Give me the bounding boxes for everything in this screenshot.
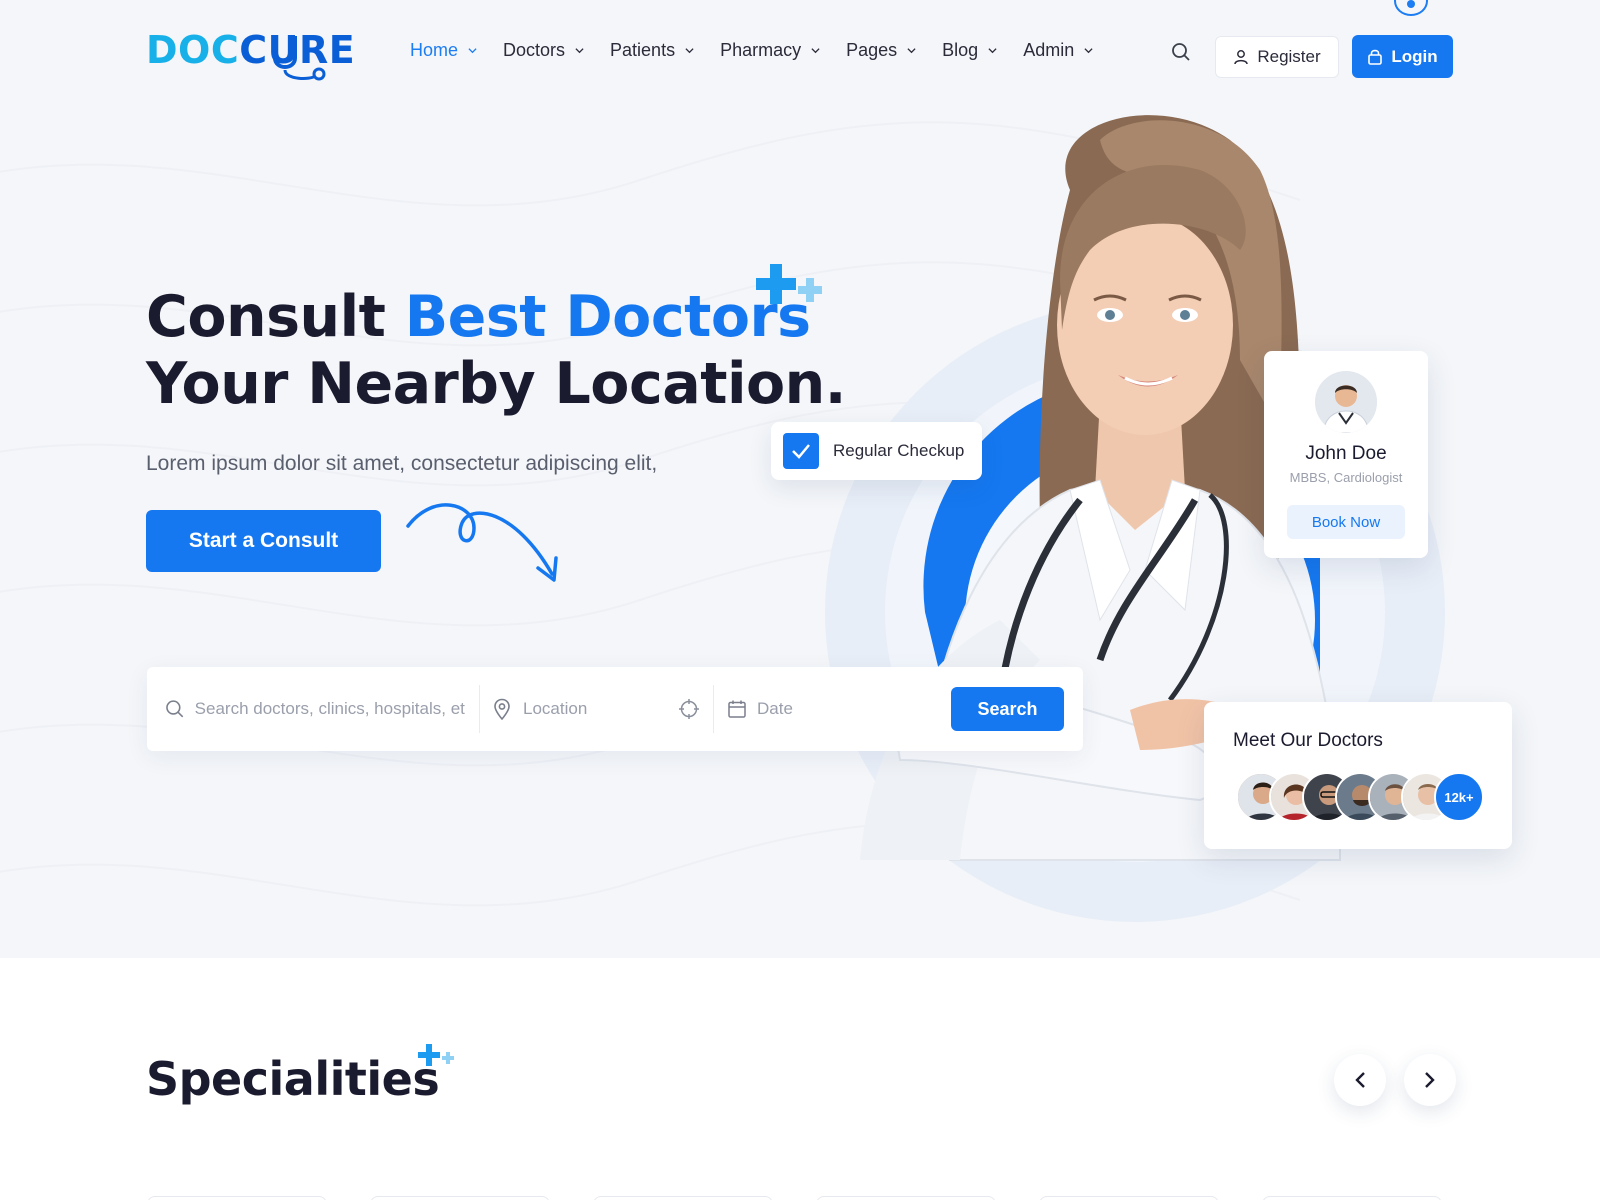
- doctor-role: MBBS, Cardiologist: [1289, 470, 1403, 485]
- login-label: Login: [1391, 46, 1438, 66]
- nav-item-label: Doctors: [503, 40, 566, 60]
- hero-title-part1: Consult: [146, 284, 405, 350]
- hero-subtitle: Lorem ipsum dolor sit amet, consectetur …: [146, 452, 658, 475]
- carousel-prev-button[interactable]: [1334, 1054, 1386, 1106]
- nav-item-label: Admin: [1023, 40, 1075, 60]
- speciality-card[interactable]: [816, 1196, 996, 1200]
- logo-text-part1: DOC: [146, 28, 240, 72]
- chevron-down-icon: [1084, 48, 1093, 54]
- nav-item-pages[interactable]: Pages: [846, 40, 916, 61]
- location-pin-icon: [494, 698, 510, 720]
- nav-item-label: Pharmacy: [720, 40, 802, 60]
- chevron-down-icon: [907, 48, 916, 54]
- speciality-card[interactable]: [370, 1196, 550, 1200]
- chevron-down-icon: [988, 48, 997, 54]
- date-placeholder: Date: [757, 699, 793, 718]
- hero-title: Consult Best Doctors Your Nearby Locatio…: [146, 284, 846, 418]
- checkbox-checked-icon: [783, 433, 819, 469]
- nav-item-label: Blog: [942, 40, 979, 60]
- nav-item-patients[interactable]: Patients: [610, 40, 694, 61]
- carousel-next-button[interactable]: [1404, 1054, 1456, 1106]
- meet-our-doctors-card: Meet Our Doctors 12k+: [1204, 702, 1512, 849]
- nav-item-pharmacy[interactable]: Pharmacy: [720, 40, 820, 61]
- speciality-card[interactable]: [1262, 1196, 1442, 1200]
- register-label: Register: [1257, 47, 1321, 66]
- start-consult-button[interactable]: Start a Consult: [146, 510, 381, 572]
- specialities-title: Specialities: [146, 1052, 440, 1106]
- nav-item-label: Pages: [846, 40, 898, 60]
- calendar-icon: [728, 700, 746, 718]
- login-button[interactable]: Login: [1352, 35, 1453, 78]
- swirl-arrow-icon: [406, 503, 558, 582]
- search-divider: [713, 685, 714, 733]
- chevron-down-icon: [685, 48, 694, 54]
- doctor-avatar: [1315, 371, 1377, 433]
- date-field[interactable]: Date: [727, 667, 927, 751]
- chevron-down-icon: [811, 48, 820, 54]
- nav-item-home[interactable]: Home: [410, 40, 477, 61]
- book-now-button[interactable]: Book Now: [1287, 505, 1405, 539]
- plus-decoration-icon: [756, 264, 822, 304]
- plus-decoration-icon: [418, 1044, 454, 1066]
- search-query-field[interactable]: Search doctors, clinics, hospitals, etc: [165, 667, 465, 751]
- regular-checkup-badge: Regular Checkup: [771, 422, 982, 480]
- search-icon: [166, 700, 184, 718]
- search-icon[interactable]: [1171, 42, 1191, 62]
- search-button[interactable]: Search: [951, 687, 1064, 731]
- user-icon: [1234, 50, 1249, 65]
- speciality-card[interactable]: [593, 1196, 773, 1200]
- search-divider: [479, 685, 480, 733]
- nav-item-blog[interactable]: Blog: [942, 40, 997, 61]
- speciality-card[interactable]: [147, 1196, 327, 1200]
- chevron-down-icon: [468, 48, 477, 54]
- hero-title-line2: Your Nearby Location.: [146, 351, 846, 417]
- chevron-left-icon: [1355, 1072, 1365, 1088]
- chevron-down-icon: [575, 48, 584, 54]
- meet-doctors-title: Meet Our Doctors: [1233, 730, 1383, 751]
- nav-item-doctors[interactable]: Doctors: [503, 40, 584, 61]
- lock-icon: [1368, 49, 1383, 65]
- main-nav: Home Doctors Patients Pharmacy Pages Blo…: [410, 40, 1119, 61]
- speciality-card[interactable]: [1039, 1196, 1219, 1200]
- hero-section: DOCCURE Home Doctors Patients Pharmacy P…: [0, 0, 1600, 958]
- crosshair-locate-icon[interactable]: [679, 699, 699, 719]
- register-button[interactable]: Register: [1215, 36, 1339, 78]
- doctor-count-badge[interactable]: 12k+: [1434, 772, 1484, 822]
- nav-item-label: Home: [410, 40, 459, 60]
- location-field[interactable]: Location: [493, 667, 703, 751]
- location-placeholder: Location: [523, 699, 588, 718]
- hero-title-accent: Best Doctors: [404, 284, 811, 350]
- doctor-search-bar: Search doctors, clinics, hospitals, etc …: [147, 667, 1083, 751]
- chevron-right-icon: [1425, 1072, 1435, 1088]
- nav-item-admin[interactable]: Admin: [1023, 40, 1093, 61]
- search-query-placeholder: Search doctors, clinics, hospitals, etc: [194, 699, 465, 718]
- doctor-name: John Doe: [1305, 443, 1387, 464]
- nav-item-label: Patients: [610, 40, 676, 60]
- doctor-profile-card: John Doe MBBS, Cardiologist Book Now: [1264, 351, 1428, 558]
- logo-stethoscope-icon: [273, 36, 326, 81]
- checkup-label: Regular Checkup: [833, 441, 965, 460]
